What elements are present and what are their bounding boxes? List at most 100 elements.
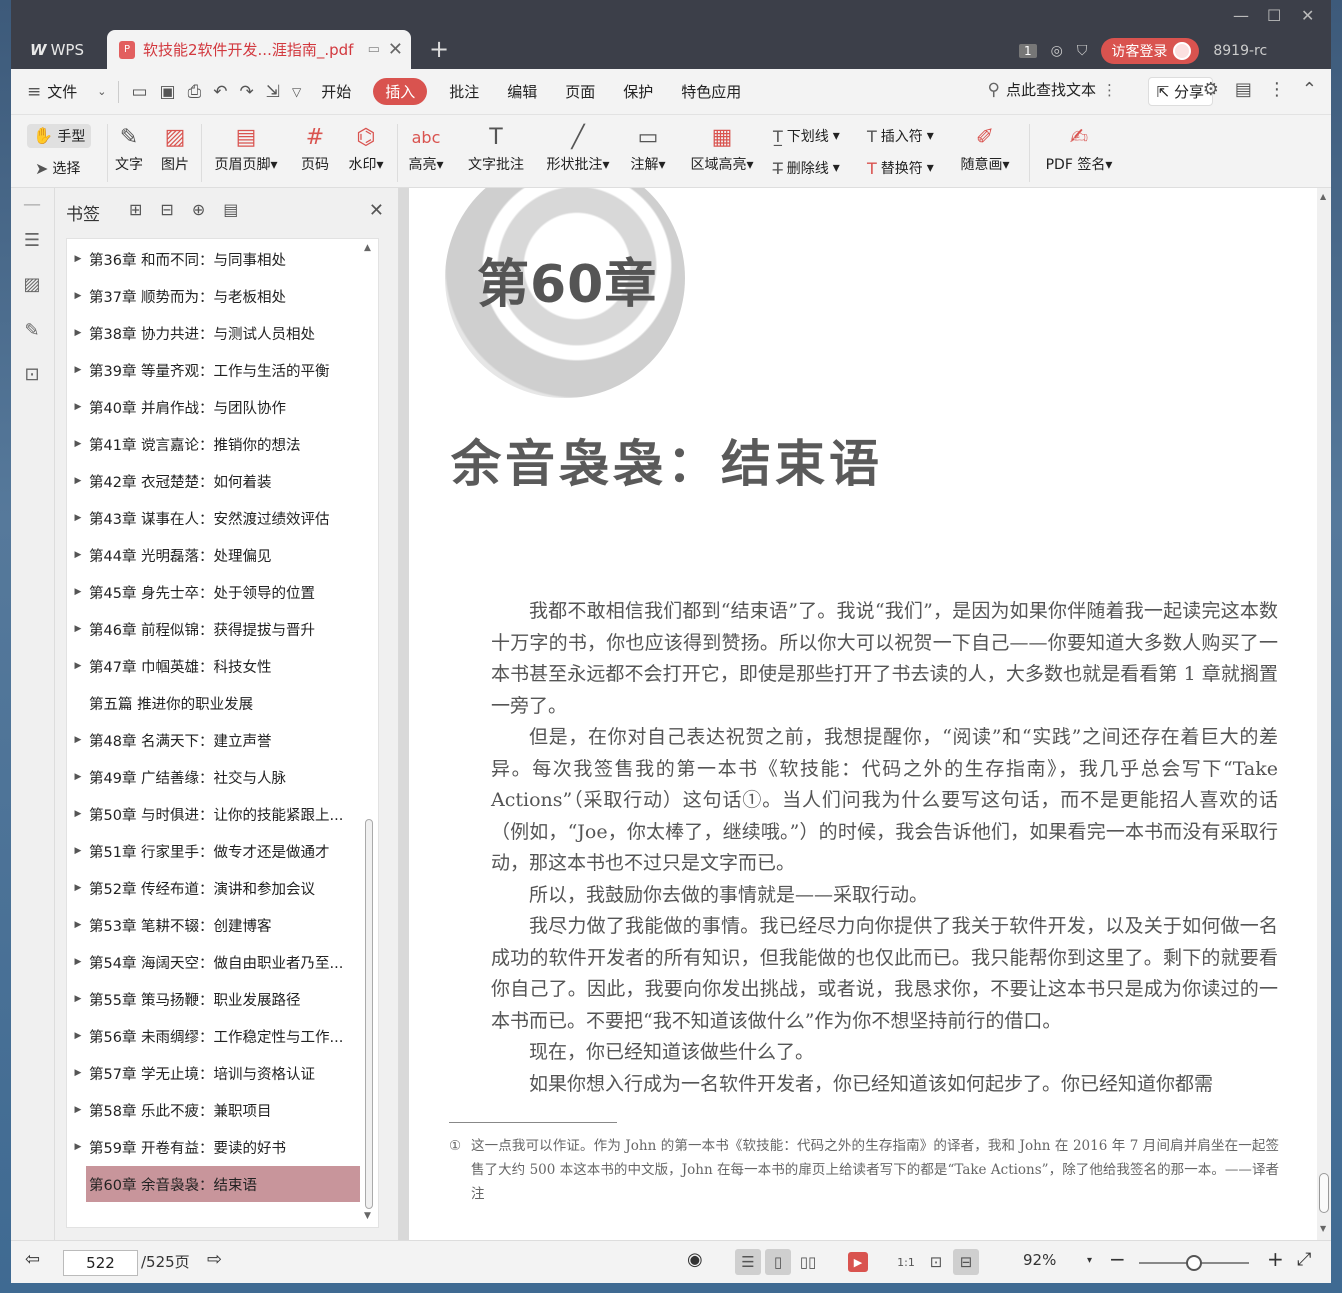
scroll-down-icon[interactable]: ▼ bbox=[1320, 1224, 1326, 1233]
add-bookmark-icon[interactable]: ⊕ bbox=[192, 200, 205, 219]
bookmark-item[interactable]: ▶ 第40章 并肩作战：与团队协作 bbox=[67, 389, 362, 425]
expand-arrow-icon[interactable]: ▶ bbox=[67, 1068, 89, 1078]
menu-start[interactable]: 开始 bbox=[307, 81, 365, 102]
fit-page-icon[interactable]: ⊡ bbox=[923, 1249, 949, 1275]
bookmark-item[interactable]: ▶ 第48章 名满天下：建立声誉 bbox=[67, 722, 362, 758]
window-count-badge[interactable]: 1 bbox=[1019, 44, 1037, 58]
bookmark-item[interactable]: ▶ 第52章 传经布道：演讲和参加会议 bbox=[67, 870, 362, 906]
zoom-dropdown-icon[interactable]: ▾ bbox=[1087, 1255, 1092, 1266]
zoom-level[interactable]: 92% bbox=[1023, 1251, 1056, 1269]
expand-arrow-icon[interactable]: ▶ bbox=[67, 439, 89, 449]
find-text-box[interactable]: ⚲ 点此查找文本 ⋮ bbox=[988, 79, 1117, 100]
bookmark-item[interactable]: ▶ 第54章 海阔天空：做自由职业者乃至... bbox=[67, 944, 362, 980]
zoom-slider-knob[interactable] bbox=[1186, 1255, 1202, 1271]
select-tool-button[interactable]: ➤ 选择 bbox=[35, 158, 80, 178]
menu-page[interactable]: 页面 bbox=[551, 81, 609, 102]
header-footer-button[interactable]: ▤ 页眉页脚▾ bbox=[209, 120, 283, 174]
shirt-icon[interactable]: ⛉ bbox=[1077, 43, 1088, 59]
freehand-button[interactable]: ✐ 随意画▾ bbox=[955, 120, 1015, 174]
underline-button[interactable]: T̲ 下划线 ▾ bbox=[773, 126, 840, 146]
fullscreen-icon[interactable]: ⤢ bbox=[1297, 1249, 1311, 1270]
insert-text-button[interactable]: ✎ 文字 bbox=[111, 120, 147, 174]
bookmark-item[interactable]: ▶ 第57章 学无止境：培训与资格认证 bbox=[67, 1055, 362, 1091]
document-scrollbar[interactable]: ▲ ▼ bbox=[1317, 188, 1331, 1240]
fit-width-icon[interactable]: ⊟ bbox=[953, 1249, 979, 1275]
hamburger-icon[interactable]: ≡ bbox=[21, 82, 47, 102]
bookmark-item[interactable]: ▶ 第44章 光明磊落：处理偏见 bbox=[67, 537, 362, 573]
bookmark-item[interactable]: ▶ 第55章 策马扬鞭：职业发展路径 bbox=[67, 981, 362, 1017]
expand-arrow-icon[interactable]: ▶ bbox=[67, 402, 89, 412]
hand-tool-button[interactable]: ✋ 手型 bbox=[27, 124, 92, 148]
scroll-up-icon[interactable]: ▲ bbox=[1320, 192, 1326, 201]
close-window-button[interactable]: ✕ bbox=[1301, 6, 1314, 25]
bookmark-item[interactable]: ▶ 第37章 顺势而为：与老板相处 bbox=[67, 278, 362, 314]
bookmark-item[interactable]: ▶ 第39章 等量齐观：工作与生活的平衡 bbox=[67, 352, 362, 388]
bookmark-item[interactable]: ▶ 第43章 谋事在人：安然渡过绩效评估 bbox=[67, 500, 362, 536]
expand-arrow-icon[interactable]: ▶ bbox=[67, 920, 89, 930]
bookmark-item[interactable]: 第五篇 推进你的职业发展 bbox=[67, 685, 362, 721]
zoom-slider[interactable] bbox=[1139, 1255, 1249, 1271]
file-menu[interactable]: 文件 bbox=[47, 81, 91, 102]
expand-arrow-icon[interactable]: ▶ bbox=[67, 957, 89, 967]
bookmark-item[interactable]: ▶ 第42章 衣冠楚楚：如何着装 bbox=[67, 463, 362, 499]
expand-arrow-icon[interactable]: ▶ bbox=[67, 476, 89, 486]
expand-arrow-icon[interactable]: ▶ bbox=[67, 661, 89, 671]
chevron-down-icon[interactable]: ⌄ bbox=[91, 85, 112, 98]
pdf-sign-button[interactable]: ✍ PDF 签名▾ bbox=[1041, 120, 1117, 174]
actual-size-icon[interactable]: 1:1 bbox=[893, 1249, 919, 1275]
next-page-icon[interactable]: ⇨ bbox=[207, 1249, 222, 1270]
prev-page-icon[interactable]: ⇦ bbox=[25, 1249, 40, 1270]
page-number-button[interactable]: # 页码 bbox=[297, 120, 333, 174]
menu-protect[interactable]: 保护 bbox=[609, 81, 667, 102]
bookmark-item[interactable]: ▶ 第50章 与时俱进：让你的技能紧跟上... bbox=[67, 796, 362, 832]
close-tab-icon[interactable]: ✕ bbox=[388, 39, 403, 60]
insert-image-button[interactable]: ▨ 图片 bbox=[157, 120, 193, 174]
more-vert-icon[interactable]: ⋮ bbox=[1102, 81, 1117, 99]
more-dropdown-icon[interactable]: ▽ bbox=[286, 85, 307, 99]
menu-comment[interactable]: 批注 bbox=[435, 81, 493, 102]
expand-arrow-icon[interactable]: ▶ bbox=[67, 254, 89, 264]
text-comment-button[interactable]: T 文字批注 bbox=[463, 120, 529, 174]
play-slideshow-button[interactable]: ▶ bbox=[845, 1249, 871, 1275]
expand-arrow-icon[interactable]: ▶ bbox=[67, 550, 89, 560]
close-panel-icon[interactable]: ✕ bbox=[369, 200, 384, 221]
collapse-ribbon-icon[interactable]: ⌃ bbox=[1302, 79, 1317, 100]
zoom-in-button[interactable]: + bbox=[1267, 1247, 1284, 1271]
image-panel-icon[interactable]: ⊡ bbox=[21, 364, 43, 386]
visitor-login-button[interactable]: 访客登录 bbox=[1101, 38, 1200, 64]
strikethrough-button[interactable]: T̶ 删除线 ▾ bbox=[773, 158, 840, 178]
undo-icon[interactable]: ↶ bbox=[207, 82, 233, 102]
thumbnail-panel-icon[interactable]: ▨ bbox=[21, 274, 43, 296]
scroll-down-icon[interactable]: ▼ bbox=[364, 1211, 371, 1221]
chat-icon[interactable]: ▤ bbox=[1235, 79, 1252, 100]
skin-icon[interactable]: ◎ bbox=[1051, 43, 1063, 59]
expand-arrow-icon[interactable]: ▶ bbox=[67, 1031, 89, 1041]
settings-gear-icon[interactable]: ⚙ bbox=[1203, 79, 1219, 100]
bookmark-item[interactable]: ▶ 第38章 协力共进：与测试人员相处 bbox=[67, 315, 362, 351]
expand-arrow-icon[interactable]: ▶ bbox=[67, 365, 89, 375]
scroll-thumb[interactable] bbox=[365, 819, 373, 1209]
expand-arrow-icon[interactable]: ▶ bbox=[67, 735, 89, 745]
expand-arrow-icon[interactable]: ▶ bbox=[67, 513, 89, 523]
replace-mark-button[interactable]: T 替换符 ▾ bbox=[867, 158, 934, 178]
export-icon[interactable]: ⇲ bbox=[260, 82, 286, 102]
expand-arrow-icon[interactable]: ▶ bbox=[67, 1142, 89, 1152]
area-highlight-button[interactable]: ▦ 区域高亮▾ bbox=[685, 120, 759, 174]
highlight-button[interactable]: abc 高亮▾ bbox=[405, 120, 447, 174]
two-page-view-icon[interactable]: ▯▯ bbox=[795, 1249, 821, 1275]
bookmark-scrollbar[interactable]: ▲ ▼ bbox=[362, 239, 376, 1227]
expand-arrow-icon[interactable]: ▶ bbox=[67, 772, 89, 782]
expand-arrow-icon[interactable]: ▶ bbox=[67, 624, 89, 634]
expand-arrow-icon[interactable]: ▶ bbox=[67, 1105, 89, 1115]
page-number-input[interactable]: 522 bbox=[63, 1250, 138, 1276]
menu-special[interactable]: 特色应用 bbox=[667, 81, 755, 102]
menu-edit[interactable]: 编辑 bbox=[493, 81, 551, 102]
expand-arrow-icon[interactable]: ▶ bbox=[67, 994, 89, 1004]
maximize-button[interactable]: ☐ bbox=[1267, 6, 1281, 25]
expand-arrow-icon[interactable]: ▶ bbox=[67, 846, 89, 856]
expand-arrow-icon[interactable]: ▶ bbox=[67, 587, 89, 597]
bookmark-item[interactable]: ▶ 第58章 乐此不疲：兼职项目 bbox=[67, 1092, 362, 1128]
bookmark-item[interactable]: ▶ 第53章 笔耕不辍：创建博客 bbox=[67, 907, 362, 943]
expand-arrow-icon[interactable]: ▶ bbox=[67, 291, 89, 301]
print-icon[interactable]: ⎙ bbox=[182, 82, 208, 102]
